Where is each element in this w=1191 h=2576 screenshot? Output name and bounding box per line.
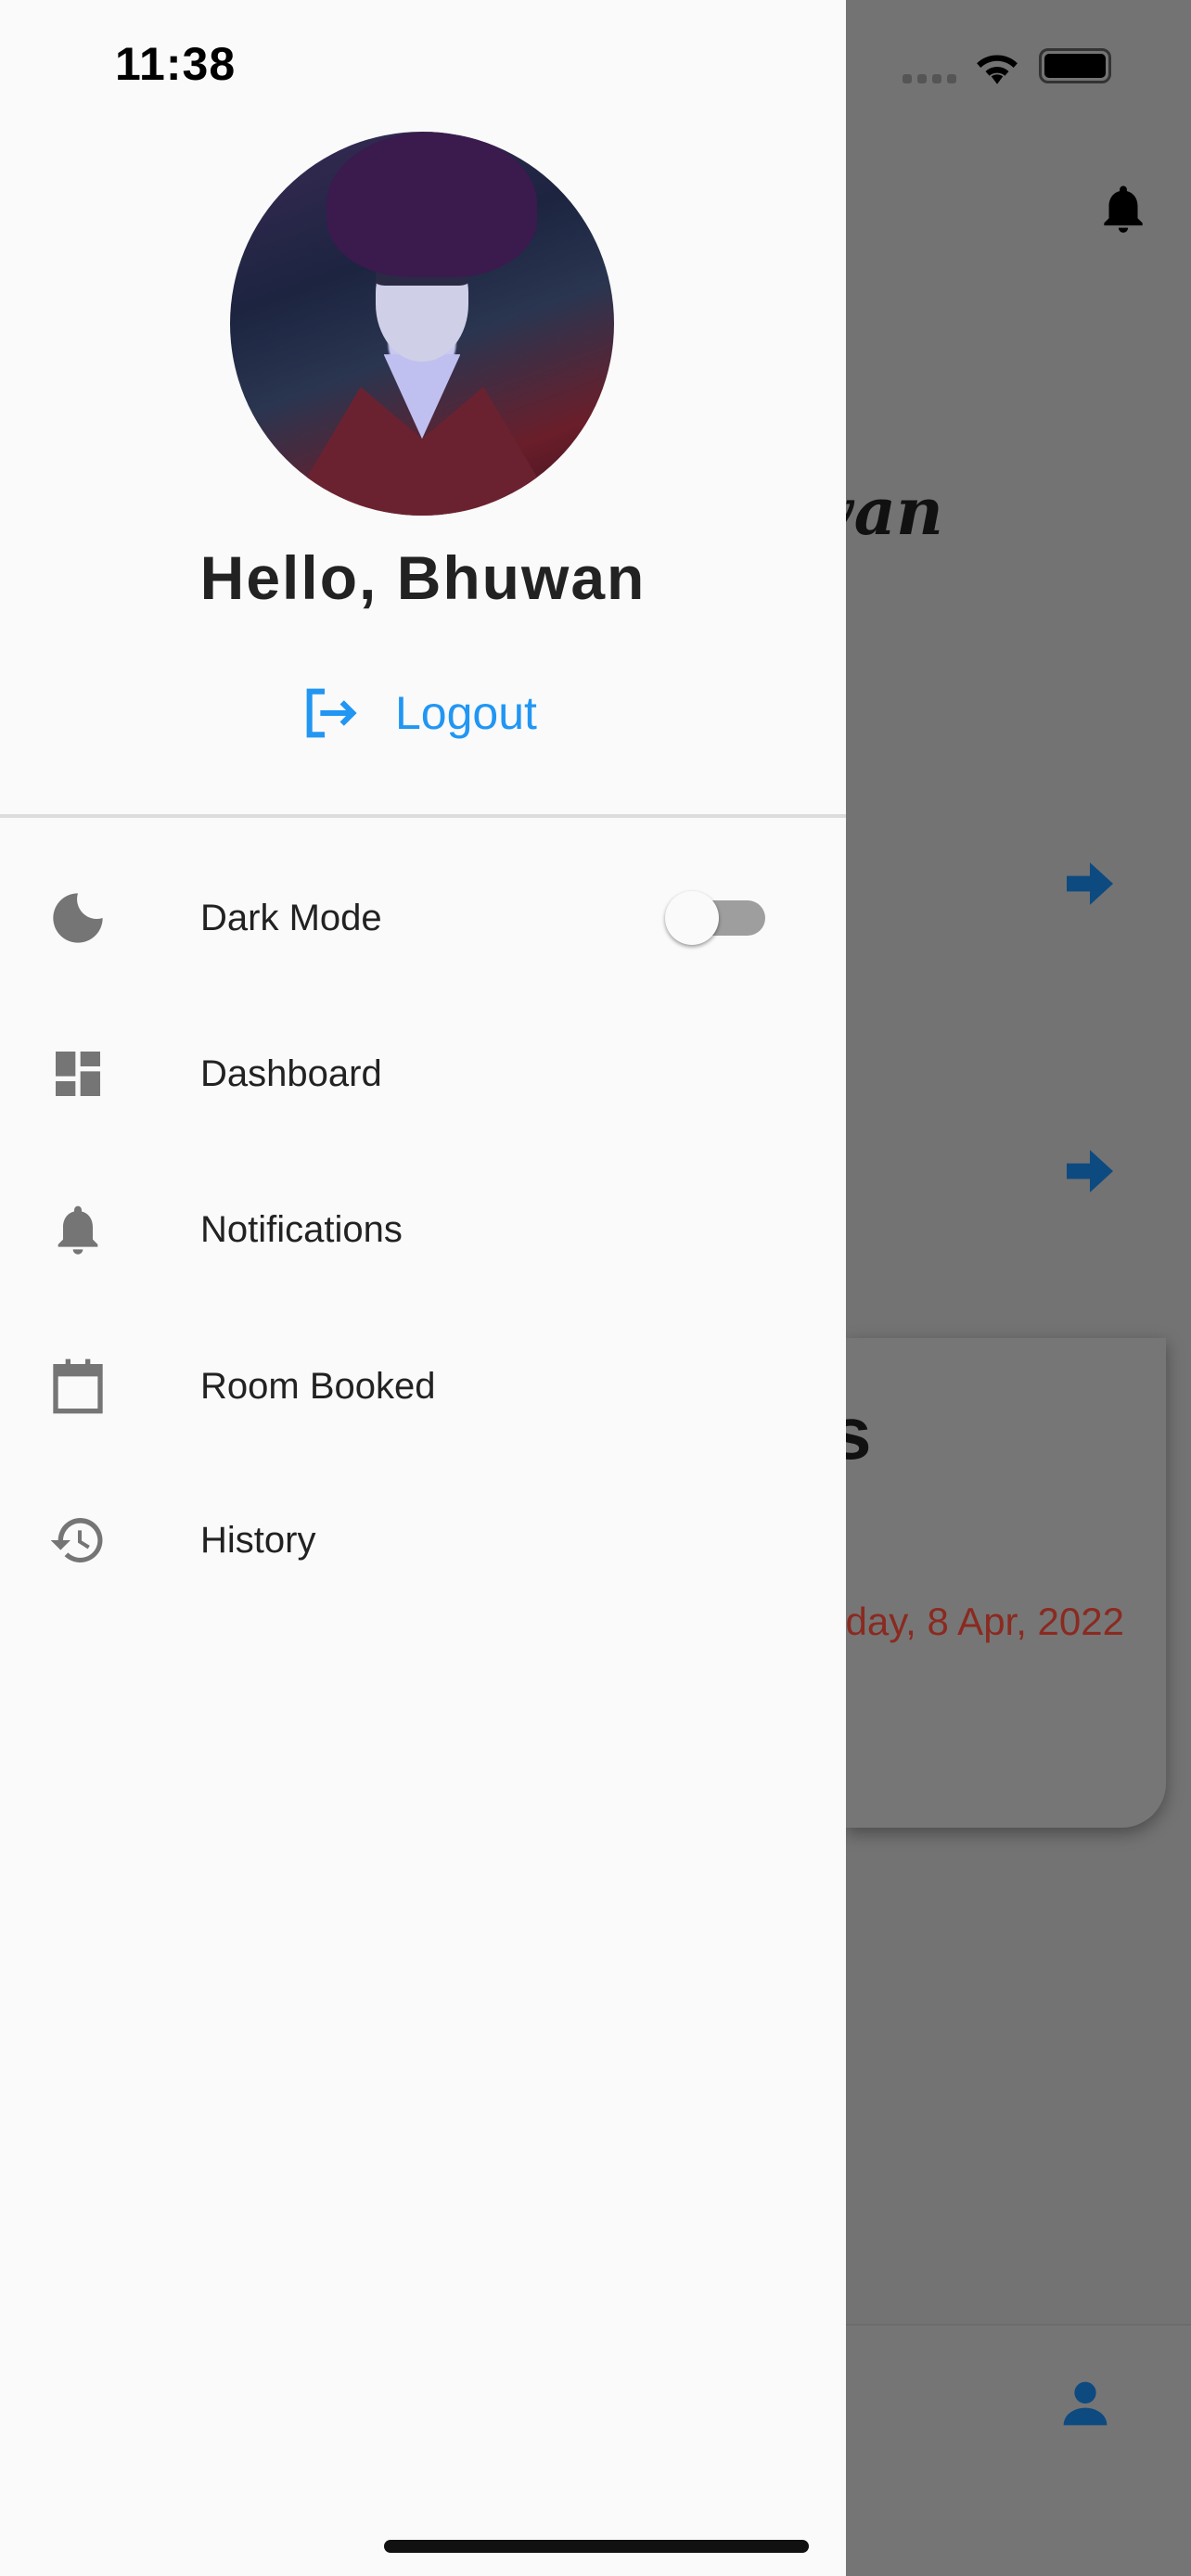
arrow-right-icon[interactable] bbox=[1067, 1150, 1113, 1192]
logout-button[interactable]: Logout bbox=[302, 686, 537, 740]
navigation-drawer: 11:38 Hello, Bhuwan Logout Dark Mode Das… bbox=[0, 0, 846, 2576]
bell-icon bbox=[58, 1205, 98, 1255]
logout-label: Logout bbox=[395, 687, 537, 739]
status-time: 11:38 bbox=[115, 38, 237, 90]
avatar bbox=[230, 132, 614, 516]
dark-mode-toggle[interactable] bbox=[665, 891, 767, 945]
cellular-icon bbox=[903, 74, 956, 83]
greeting-text: Hello, Bhuwan bbox=[199, 543, 647, 612]
menu-item-room-booked[interactable]: Room Booked bbox=[0, 1312, 846, 1460]
bottom-nav bbox=[846, 2324, 1191, 2576]
moon-icon bbox=[53, 893, 103, 943]
dashboard-icon bbox=[56, 1052, 100, 1096]
menu-label: Dark Mode bbox=[200, 897, 382, 938]
menu-item-history[interactable]: History bbox=[0, 1466, 846, 1614]
menu-label: Notifications bbox=[200, 1208, 403, 1250]
person-icon[interactable] bbox=[1059, 2378, 1111, 2429]
booking-date: iday, 8 Apr, 2022 bbox=[846, 1600, 1124, 1643]
battery-icon bbox=[1039, 48, 1111, 83]
menu-label: Room Booked bbox=[200, 1365, 436, 1407]
wifi-icon bbox=[977, 55, 1018, 84]
divider bbox=[0, 814, 846, 818]
home-indicator[interactable] bbox=[384, 2540, 809, 2553]
menu-item-dashboard[interactable]: Dashboard bbox=[0, 1000, 846, 1148]
history-icon bbox=[50, 1518, 103, 1562]
menu-label: Dashboard bbox=[200, 1052, 382, 1094]
logout-icon bbox=[306, 688, 357, 738]
arrow-right-icon[interactable] bbox=[1067, 862, 1113, 905]
calendar-icon bbox=[53, 1358, 103, 1414]
menu-item-dark-mode[interactable]: Dark Mode bbox=[0, 844, 846, 992]
menu-label: History bbox=[200, 1519, 316, 1561]
booking-card[interactable] bbox=[846, 1338, 1166, 1828]
menu-item-notifications[interactable]: Notifications bbox=[0, 1155, 846, 1304]
bell-icon[interactable] bbox=[1095, 179, 1152, 238]
